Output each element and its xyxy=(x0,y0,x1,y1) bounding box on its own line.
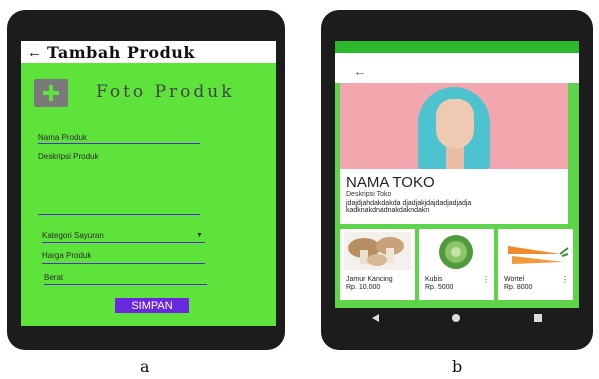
product-name-field[interactable]: Nama Produk xyxy=(38,133,87,142)
cabbage-image xyxy=(423,232,490,270)
save-button[interactable]: SIMPAN xyxy=(115,298,189,313)
price-underline xyxy=(42,263,205,264)
shop-description-text: jdajdjahdakdakda djadjakjdajdadjadjadja … xyxy=(346,200,472,214)
weight-underline xyxy=(44,284,207,285)
product-name: Wortel xyxy=(504,276,525,283)
photo-label: Foto Produk xyxy=(96,82,235,102)
caption-b: b xyxy=(452,357,463,376)
nav-recents-icon[interactable] xyxy=(534,314,543,322)
phone-a: ← Tambah Produk Foto Produk Nama Produk … xyxy=(7,10,285,350)
product-card[interactable]: Jamur Kancing Rp. 10.000 xyxy=(340,229,415,300)
product-card[interactable]: Kubis Rp. 5000 ⋮ xyxy=(419,229,494,300)
product-description-field[interactable]: Deskripsi Produk xyxy=(38,152,98,161)
product-description-underline xyxy=(38,214,200,215)
add-photo-button[interactable] xyxy=(34,79,68,107)
nav-home-icon[interactable] xyxy=(452,314,461,322)
product-price: Rp. 10.000 xyxy=(346,284,381,291)
more-options-icon[interactable]: ⋮ xyxy=(482,275,490,284)
price-field[interactable]: Harga Produk xyxy=(42,251,91,260)
more-options-icon[interactable]: ⋮ xyxy=(561,275,569,284)
mushroom-image xyxy=(344,232,411,270)
nav-back-icon[interactable] xyxy=(371,314,379,322)
product-name: Jamur Kancing xyxy=(346,276,393,283)
phone-b: ← NAMA TOKO Deskripsi Toko jdajdjahdakda… xyxy=(321,10,593,350)
status-bar xyxy=(335,41,579,53)
caption-a: a xyxy=(140,357,150,376)
weight-field[interactable]: Berat xyxy=(44,273,63,282)
back-arrow-icon[interactable]: ← xyxy=(353,63,367,79)
product-price: Rp. 8000 xyxy=(504,284,533,291)
shop-screen: ← NAMA TOKO Deskripsi Toko jdajdjahdakda… xyxy=(335,53,579,308)
shop-info-card: NAMA TOKO Deskripsi Toko jdajdjahdakdakd… xyxy=(340,169,568,224)
android-nav-bar xyxy=(335,308,579,328)
shop-description-label: Deskripsi Toko xyxy=(346,191,392,198)
back-arrow-icon[interactable]: ← xyxy=(27,44,43,61)
product-name-underline xyxy=(38,143,200,144)
category-underline xyxy=(42,242,205,243)
product-card[interactable]: Wortel Rp. 8000 ⋮ xyxy=(498,229,573,300)
carrot-image xyxy=(502,232,569,270)
add-product-screen: ← Tambah Produk Foto Produk Nama Produk … xyxy=(21,41,276,326)
app-bar: ← Tambah Produk xyxy=(21,41,276,63)
shop-name: NAMA TOKO xyxy=(346,174,435,191)
plus-icon xyxy=(43,85,59,101)
product-price: Rp. 5000 xyxy=(425,284,454,291)
product-name: Kubis xyxy=(425,276,443,283)
dropdown-arrow-icon: ▼ xyxy=(196,232,203,239)
shop-banner-image xyxy=(340,83,568,169)
face-shape xyxy=(436,99,474,149)
category-dropdown[interactable]: Kategori Sayuran xyxy=(42,231,104,240)
page-title: Tambah Produk xyxy=(47,42,195,62)
